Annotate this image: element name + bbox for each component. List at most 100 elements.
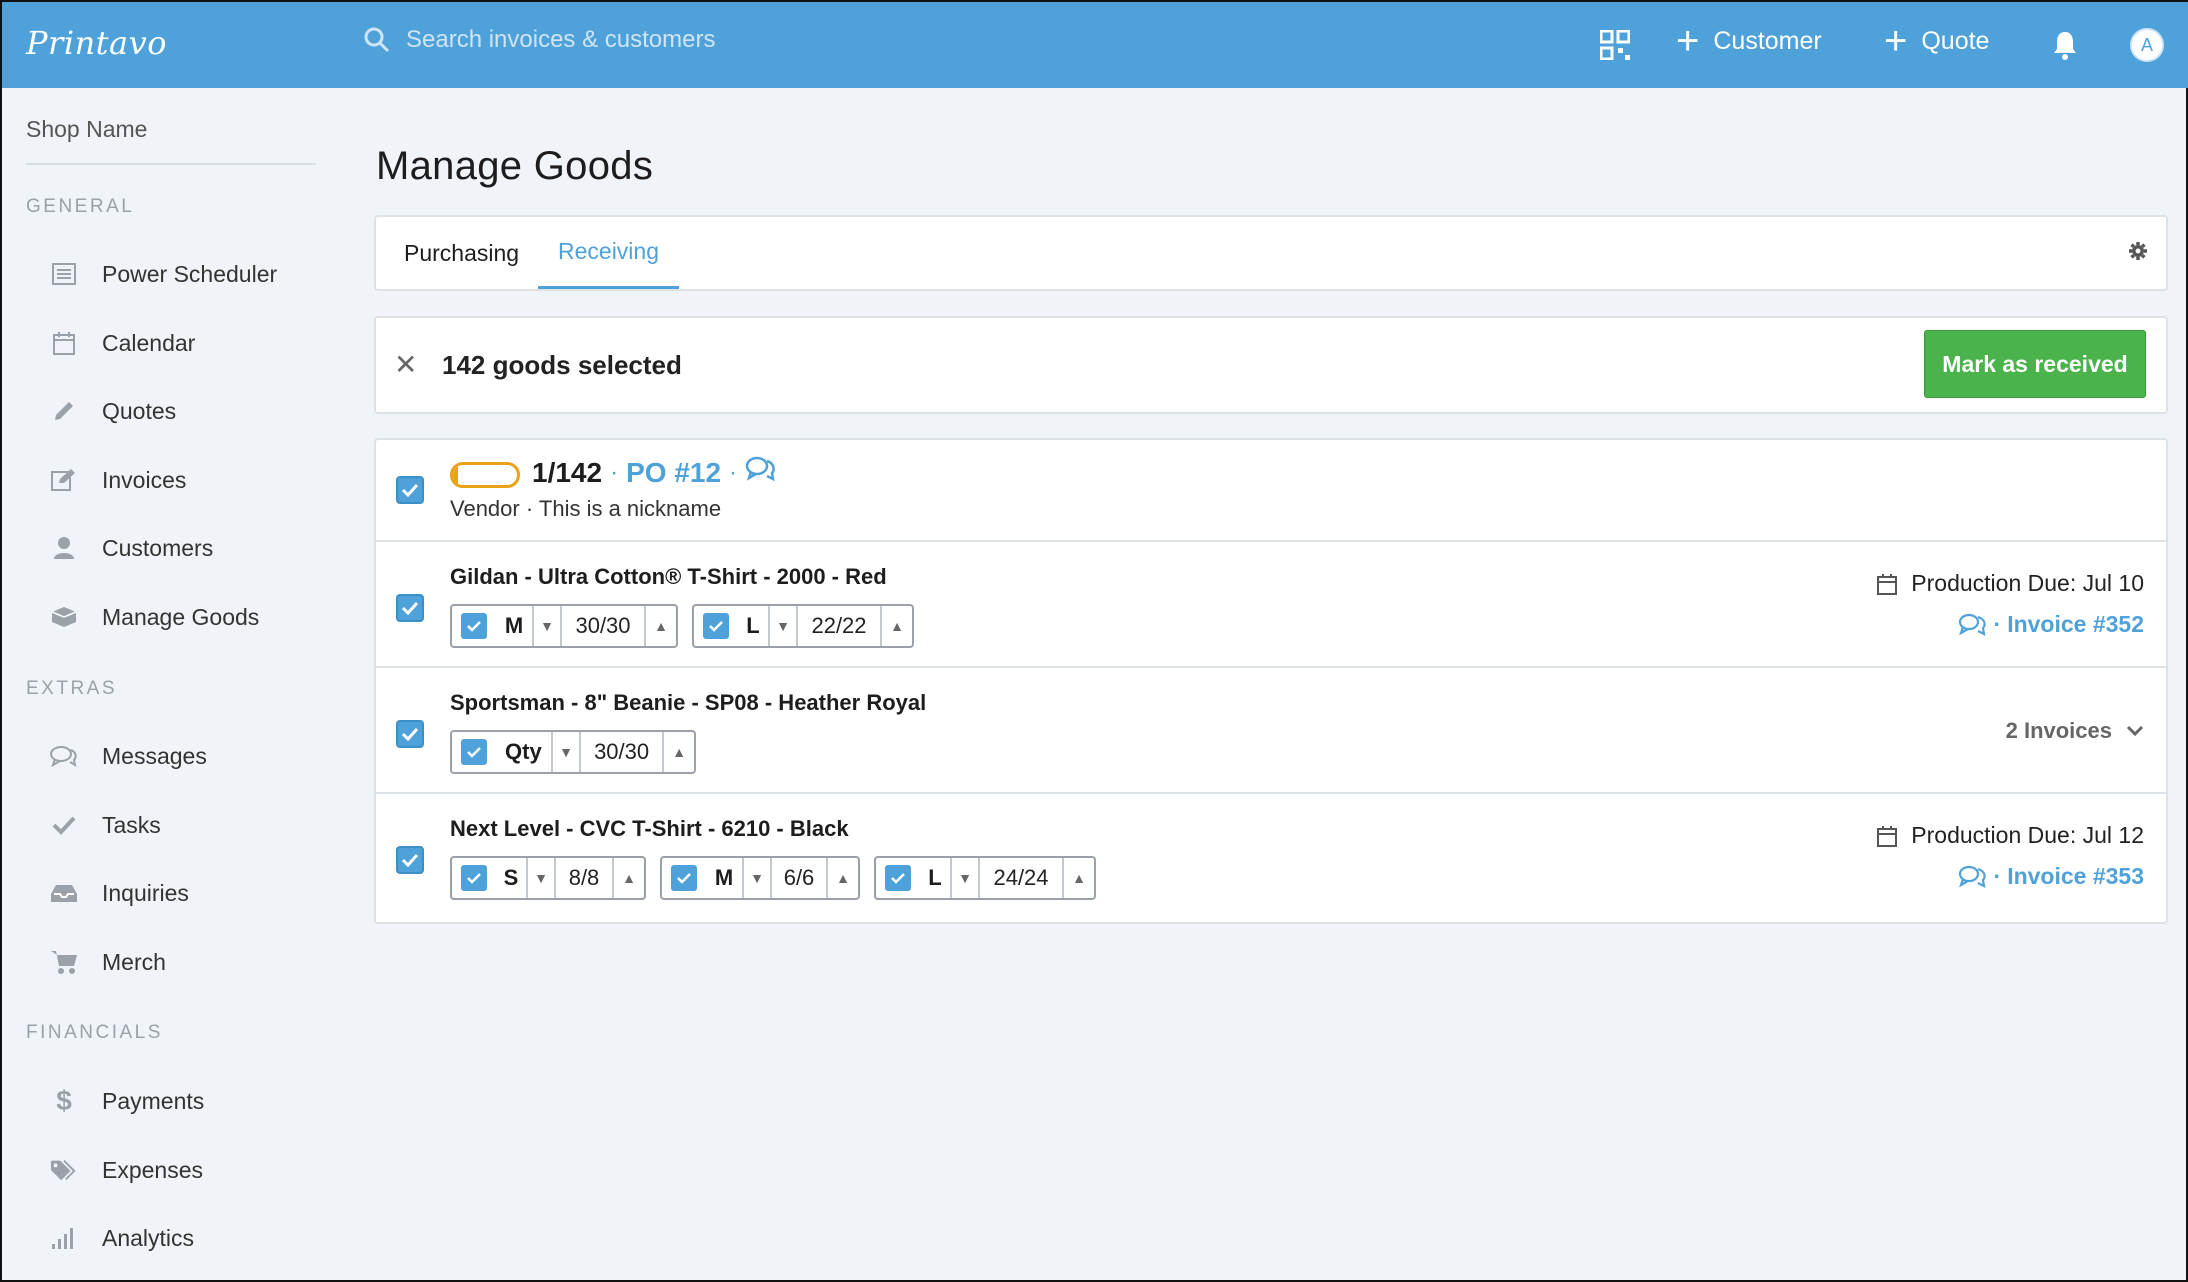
size-label: Qty [505, 739, 542, 764]
item-title: Gildan - Ultra Cotton® T-Shirt - 2000 - … [450, 564, 887, 589]
chevron-down-icon [2126, 725, 2144, 737]
sidebar-item-manage-goods[interactable]: Manage Goods [50, 603, 259, 631]
decrement-icon[interactable]: ▼ [526, 858, 556, 898]
po-checkbox[interactable] [396, 476, 424, 504]
quantity-value[interactable]: 22/22 [798, 606, 882, 646]
sidebar-item-label: Manage Goods [102, 603, 260, 630]
increment-icon[interactable]: ▲ [614, 858, 644, 898]
item-checkbox[interactable] [396, 846, 424, 874]
progress-bar [450, 462, 520, 488]
po-row: 1/142 · PO #12 · Vendor · This is a nick… [376, 440, 2166, 542]
increment-icon[interactable]: ▲ [664, 732, 694, 772]
sidebar-item-quotes[interactable]: Quotes [50, 397, 176, 425]
tab-purchasing[interactable]: Purchasing [384, 217, 539, 289]
sidebar-item-power-scheduler[interactable]: Power Scheduler [50, 260, 277, 288]
sidebar-item-label: Merch [102, 948, 166, 975]
po-link[interactable]: PO #12 [626, 457, 721, 489]
quantity-value[interactable]: 30/30 [581, 732, 665, 772]
search-placeholder: Search invoices & customers [406, 26, 716, 53]
check-icon [50, 811, 78, 839]
invoices-count: 2 Invoices [2005, 718, 2112, 743]
plus-icon: + [1884, 19, 1908, 63]
size-checkbox[interactable] [876, 858, 920, 898]
size-checkbox[interactable] [662, 858, 706, 898]
sidebar-item-inquiries[interactable]: Inquiries [50, 879, 189, 907]
sidebar-item-messages[interactable]: Messages [50, 742, 207, 770]
selected-count: 142 goods selected [442, 350, 682, 380]
add-customer-label: Customer [1713, 26, 1822, 55]
po-vendor: Vendor [450, 496, 520, 521]
quantity-stepper[interactable]: L ▼ 22/22 ▲ [692, 604, 914, 648]
edit-icon [50, 466, 78, 494]
quantity-stepper[interactable]: S ▼ 8/8 ▲ [450, 856, 646, 900]
separator-dot: · [610, 458, 619, 486]
sidebar-item-customers[interactable]: Customers [50, 534, 213, 562]
add-quote-button[interactable]: + Quote [1884, 19, 1990, 63]
qr-code-icon[interactable] [1600, 30, 1630, 60]
search-input[interactable]: Search invoices & customers [364, 26, 715, 54]
sidebar-item-label: Calendar [102, 329, 196, 356]
search-icon [364, 27, 390, 53]
comment-icon[interactable] [745, 456, 777, 489]
invoice-link[interactable]: · Invoice #352 [1877, 611, 2144, 638]
increment-icon[interactable]: ▲ [1064, 858, 1094, 898]
invoice-link[interactable]: · Invoice #353 [1877, 863, 2144, 890]
quantity-stepper[interactable]: L ▼ 24/24 ▲ [874, 856, 1096, 900]
item-checkbox[interactable] [396, 594, 424, 622]
sidebar-item-label: Expenses [102, 1156, 204, 1183]
separator-dot: · [729, 458, 738, 486]
calendar-icon [1877, 573, 1898, 595]
mark-as-received-button[interactable]: Mark as received [1924, 330, 2146, 398]
add-customer-button[interactable]: + Customer [1676, 21, 1822, 61]
list-icon [50, 260, 78, 288]
sidebar-item-expenses[interactable]: Expenses [50, 1156, 203, 1184]
quantity-value[interactable]: 8/8 [556, 858, 614, 898]
add-quote-label: Quote [1921, 26, 1990, 55]
quantity-stepper[interactable]: M ▼ 30/30 ▲ [450, 604, 678, 648]
inbox-icon [50, 879, 78, 907]
section-general: GENERAL [26, 196, 135, 217]
increment-icon[interactable]: ▲ [646, 606, 676, 646]
po-nickname: This is a nickname [538, 496, 722, 521]
sidebar-item-tasks[interactable]: Tasks [50, 811, 161, 839]
tab-bar: Purchasing Receiving [374, 215, 2168, 291]
quantity-value[interactable]: 24/24 [980, 858, 1064, 898]
sidebar-item-merch[interactable]: Merch [50, 948, 166, 976]
item-title: Next Level - CVC T-Shirt - 6210 - Black [450, 816, 849, 841]
separator-dot: · [1993, 863, 2002, 889]
decrement-icon[interactable]: ▼ [950, 858, 980, 898]
quantity-value[interactable]: 30/30 [562, 606, 646, 646]
decrement-icon[interactable]: ▼ [742, 858, 772, 898]
sidebar-item-label: Quotes [102, 397, 177, 424]
sidebar-item-analytics[interactable]: Analytics [50, 1224, 194, 1252]
comment-icon[interactable] [1958, 865, 1988, 889]
increment-icon[interactable]: ▲ [828, 858, 858, 898]
size-checkbox[interactable] [452, 858, 496, 898]
quantity-stepper[interactable]: M ▼ 6/6 ▲ [660, 856, 860, 900]
decrement-icon[interactable]: ▼ [768, 606, 798, 646]
avatar[interactable]: A [2130, 28, 2164, 62]
size-label: L [746, 613, 760, 638]
size-checkbox[interactable] [694, 606, 738, 646]
increment-icon[interactable]: ▲ [882, 606, 912, 646]
quantity-value[interactable]: 6/6 [772, 858, 828, 898]
invoice-label[interactable]: Invoice #353 [2007, 863, 2144, 890]
app-logo[interactable]: Printavo [26, 24, 167, 62]
decrement-icon[interactable]: ▼ [532, 606, 562, 646]
sidebar-item-payments[interactable]: $ Payments [50, 1085, 204, 1116]
size-checkbox[interactable] [452, 606, 496, 646]
comment-icon[interactable] [1958, 613, 1988, 637]
goods-list: 1/142 · PO #12 · Vendor · This is a nick… [374, 438, 2168, 924]
item-checkbox[interactable] [396, 720, 424, 748]
decrement-icon[interactable]: ▼ [551, 732, 581, 772]
bell-icon[interactable] [2052, 30, 2078, 60]
invoice-label[interactable]: Invoice #352 [2007, 611, 2144, 638]
invoices-dropdown[interactable]: 2 Invoices [2006, 718, 2144, 744]
size-checkbox[interactable] [452, 732, 496, 772]
quantity-stepper[interactable]: Qty ▼ 30/30 ▲ [450, 730, 696, 774]
sidebar-item-invoices[interactable]: Invoices [50, 466, 186, 494]
sidebar-item-calendar[interactable]: Calendar [50, 329, 195, 357]
close-icon[interactable]: ✕ [394, 348, 417, 381]
tab-receiving[interactable]: Receiving [538, 217, 679, 289]
gear-icon[interactable] [2128, 241, 2148, 266]
